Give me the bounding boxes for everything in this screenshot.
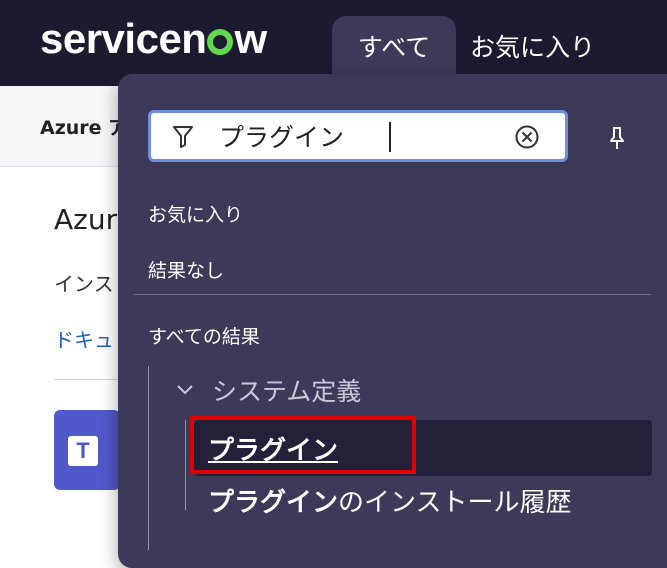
group-system-definition[interactable]: システム定義 [212,372,361,408]
menu-item-history-bold: プラグイン [208,488,339,518]
teams-icon: T [54,410,120,490]
text-caret [389,122,391,152]
subnav-label[interactable]: Azure ア [40,113,127,140]
filter-search-box [148,110,568,162]
menu-item-plugins[interactable]: プラグイン [194,420,652,476]
filter-icon [173,126,193,148]
all-results-section-label: すべての結果 [148,326,260,348]
logo-o-ring [207,29,234,55]
page-text: インス [54,272,114,296]
chevron-down-icon[interactable] [176,384,194,396]
menu-item-plugin-install-history[interactable]: プラグインのインストール履歴 [208,482,572,519]
tree-guide-line [148,366,149,550]
documentation-link[interactable]: ドキュ [54,324,114,353]
filter-search-input[interactable] [219,118,489,154]
menu-item-history-rest: のインストール履歴 [338,488,572,518]
tab-all-label: すべて [357,33,431,62]
panel-divider [134,294,651,295]
servicenow-logo[interactable]: servicen w [40,14,267,64]
favorites-section-label: お気に入り [148,204,244,226]
subtree-guide-line [185,420,186,510]
tab-favorites[interactable]: お気に入り [470,28,595,64]
tab-favorites-label: お気に入り [470,33,596,62]
clear-icon[interactable] [515,125,539,149]
menu-item-plugins-label: プラグイン [208,436,339,466]
pin-icon[interactable] [608,126,626,150]
no-results-text: 結果なし [148,260,225,282]
navigation-dropdown-panel: お気に入り 結果なし すべての結果 システム定義 プラグイン プラグインのインス… [118,74,667,568]
